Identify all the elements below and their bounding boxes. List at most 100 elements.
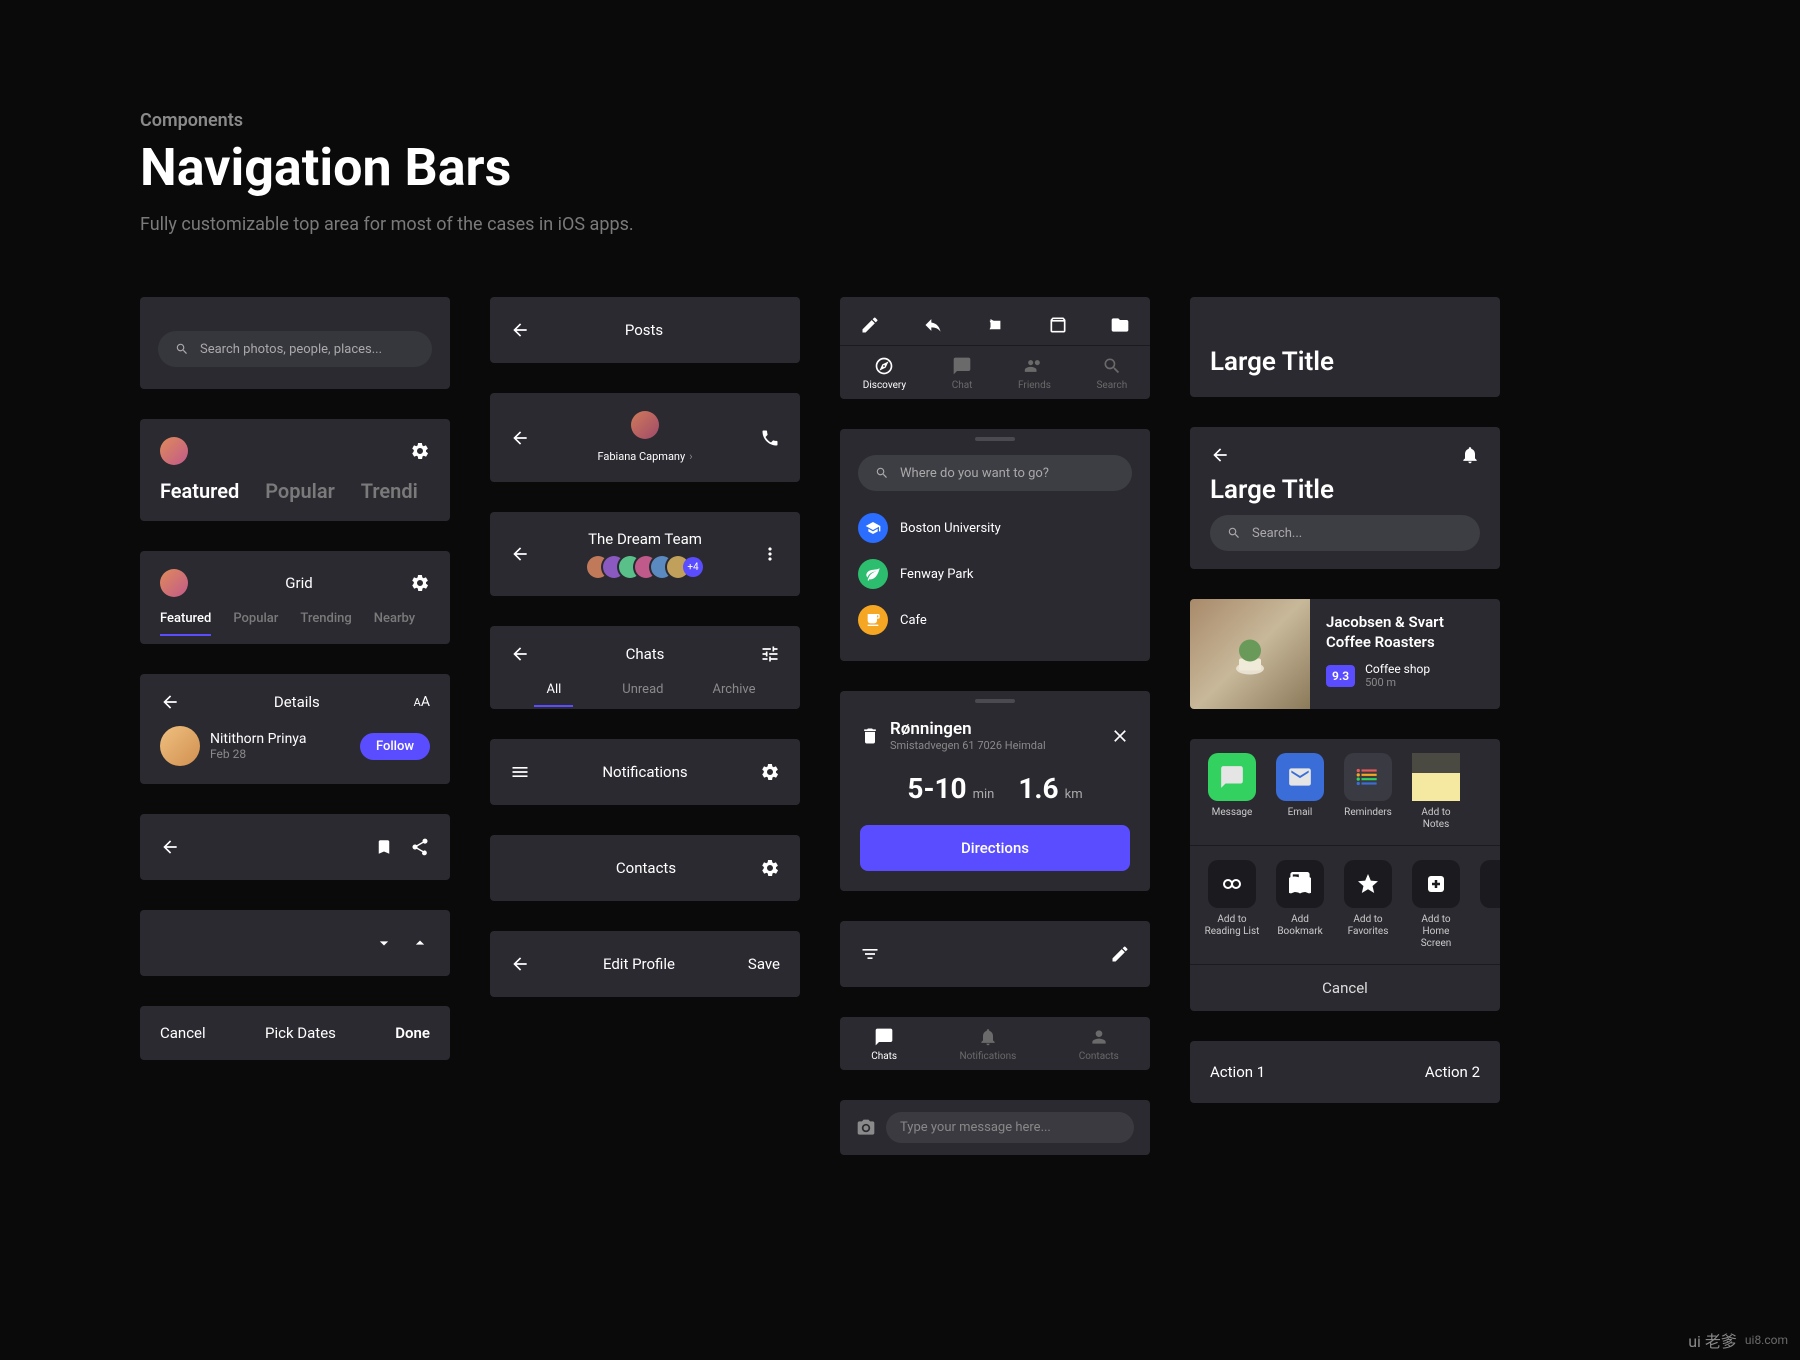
close-icon[interactable]	[1110, 726, 1130, 746]
back-arrow-icon[interactable]	[160, 837, 180, 857]
action-more[interactable]: L	[1476, 860, 1500, 950]
tab-friends[interactable]: Friends	[1018, 356, 1051, 391]
place-card[interactable]: Jacobsen & Svart Coffee Roasters 9.3 Cof…	[1190, 599, 1500, 709]
back-arrow-icon[interactable]	[510, 954, 530, 974]
directions-button[interactable]: Directions	[860, 825, 1130, 871]
profile-name[interactable]: Fabiana Capmany	[597, 450, 685, 463]
tab-trending[interactable]: Trendi	[361, 479, 418, 503]
chevron-down-icon[interactable]	[374, 933, 394, 953]
destination-input[interactable]: Where do you want to go?	[858, 455, 1132, 491]
share-reminders[interactable]: Reminders	[1340, 753, 1396, 831]
avatar[interactable]	[631, 411, 659, 439]
bookmark-icon[interactable]	[374, 837, 394, 857]
save-button[interactable]: Save	[748, 955, 780, 973]
place-name: Jacobsen & Svart Coffee Roasters	[1326, 613, 1484, 652]
tab-popular[interactable]: Popular	[265, 479, 335, 503]
location-item[interactable]: Boston University	[858, 505, 1132, 551]
search-input[interactable]: Search...	[1210, 515, 1480, 551]
tab-archive[interactable]: Archive	[712, 682, 755, 697]
share-sheet: Message Email Reminders Add to Notes	[1190, 739, 1500, 1011]
avatar[interactable]	[160, 726, 200, 766]
cancel-button[interactable]: Cancel	[160, 1024, 206, 1042]
place-distance: 500 m	[1365, 676, 1430, 689]
location-item[interactable]: Fenway Park	[858, 551, 1132, 597]
tab-notifications[interactable]: Notifications	[959, 1027, 1016, 1062]
avatar[interactable]	[160, 569, 188, 597]
tab-featured[interactable]: Featured	[160, 611, 211, 636]
map-search-sheet: Where do you want to go? Boston Universi…	[840, 429, 1150, 661]
tab-search[interactable]: Search	[1096, 356, 1127, 391]
filter-icon[interactable]	[860, 944, 880, 964]
action-favorites[interactable]: Add to Favorites	[1340, 860, 1396, 950]
camera-icon[interactable]	[856, 1118, 876, 1138]
sliders-icon[interactable]	[760, 644, 780, 664]
location-item[interactable]: Cafe	[858, 597, 1132, 643]
large-title: Large Title	[1210, 347, 1480, 377]
tab-popular[interactable]: Popular	[233, 611, 278, 626]
follow-button[interactable]: Follow	[360, 733, 430, 760]
navbar-featured-tabs: Featured Popular Trendi	[140, 419, 450, 521]
menu-icon[interactable]	[510, 762, 530, 782]
action-home-screen[interactable]: Add to Home Screen	[1408, 860, 1464, 950]
bell-icon[interactable]	[1460, 445, 1480, 465]
navbar-team: The Dream Team +4	[490, 512, 800, 596]
tab-chat[interactable]: Chat	[952, 356, 973, 391]
tab-discovery[interactable]: Discovery	[863, 356, 906, 391]
back-arrow-icon[interactable]	[1210, 445, 1230, 465]
back-arrow-icon[interactable]	[510, 320, 530, 340]
watermark-url: ui8.com	[1745, 1333, 1788, 1347]
action-bookmark[interactable]: Add Bookmark	[1272, 860, 1328, 950]
action-2-button[interactable]: Action 2	[1425, 1063, 1480, 1081]
phone-icon[interactable]	[760, 428, 780, 448]
back-arrow-icon[interactable]	[160, 692, 180, 712]
share-message[interactable]: Message	[1204, 753, 1260, 831]
more-vertical-icon[interactable]	[760, 544, 780, 564]
gear-icon[interactable]	[760, 858, 780, 878]
more-count-badge[interactable]: +4	[683, 557, 703, 577]
tab-all[interactable]: All	[534, 682, 573, 707]
drag-handle[interactable]	[975, 437, 1015, 441]
tab-featured[interactable]: Featured	[160, 479, 239, 503]
done-button[interactable]: Done	[395, 1024, 430, 1042]
gear-icon[interactable]	[410, 573, 430, 593]
avatar[interactable]	[160, 437, 188, 465]
action-1-button[interactable]: Action 1	[1210, 1063, 1265, 1081]
flag-icon[interactable]	[985, 315, 1005, 335]
tab-label: Friends	[1018, 380, 1051, 391]
share-email[interactable]: Email	[1272, 753, 1328, 831]
rating-badge: 9.3	[1326, 665, 1355, 687]
compose-icon[interactable]	[860, 315, 880, 335]
action-bar: Action 1 Action 2	[1190, 1041, 1500, 1103]
back-arrow-icon[interactable]	[510, 644, 530, 664]
friends-icon	[1024, 356, 1044, 376]
gear-icon[interactable]	[410, 441, 430, 461]
tab-nearby[interactable]: Nearby	[374, 611, 415, 626]
tab-trending[interactable]: Trending	[300, 611, 351, 626]
share-notes[interactable]: Add to Notes	[1408, 753, 1464, 831]
chevron-up-icon[interactable]	[410, 933, 430, 953]
location-label: Cafe	[900, 613, 927, 628]
eyebrow: Components	[140, 110, 1660, 131]
tab-contacts[interactable]: Contacts	[1079, 1027, 1119, 1062]
compose-icon[interactable]	[1110, 944, 1130, 964]
reply-icon[interactable]	[923, 315, 943, 335]
search-input[interactable]: Search photos, people, places...	[158, 331, 432, 367]
cancel-button[interactable]: Cancel	[1190, 965, 1500, 1011]
back-arrow-icon[interactable]	[510, 428, 530, 448]
share-icon[interactable]	[410, 837, 430, 857]
tab-chats[interactable]: Chats	[871, 1027, 897, 1062]
tab-unread[interactable]: Unread	[622, 682, 663, 697]
tab-bar: Discovery Chat Friends Search	[840, 346, 1150, 399]
tabbar-chats: Chats Notifications Contacts	[840, 1017, 1150, 1070]
chat-input-bar: Type your message here...	[840, 1100, 1150, 1155]
message-input[interactable]: Type your message here...	[886, 1112, 1134, 1143]
details-title: Details	[274, 693, 320, 711]
trash-icon[interactable]	[860, 726, 880, 746]
back-arrow-icon[interactable]	[510, 544, 530, 564]
archive-icon[interactable]	[1048, 315, 1068, 335]
text-size-icon[interactable]: AA	[414, 694, 430, 710]
gear-icon[interactable]	[760, 762, 780, 782]
drag-handle[interactable]	[975, 699, 1015, 703]
folder-icon[interactable]	[1110, 315, 1130, 335]
action-reading-list[interactable]: Add to Reading List	[1204, 860, 1260, 950]
